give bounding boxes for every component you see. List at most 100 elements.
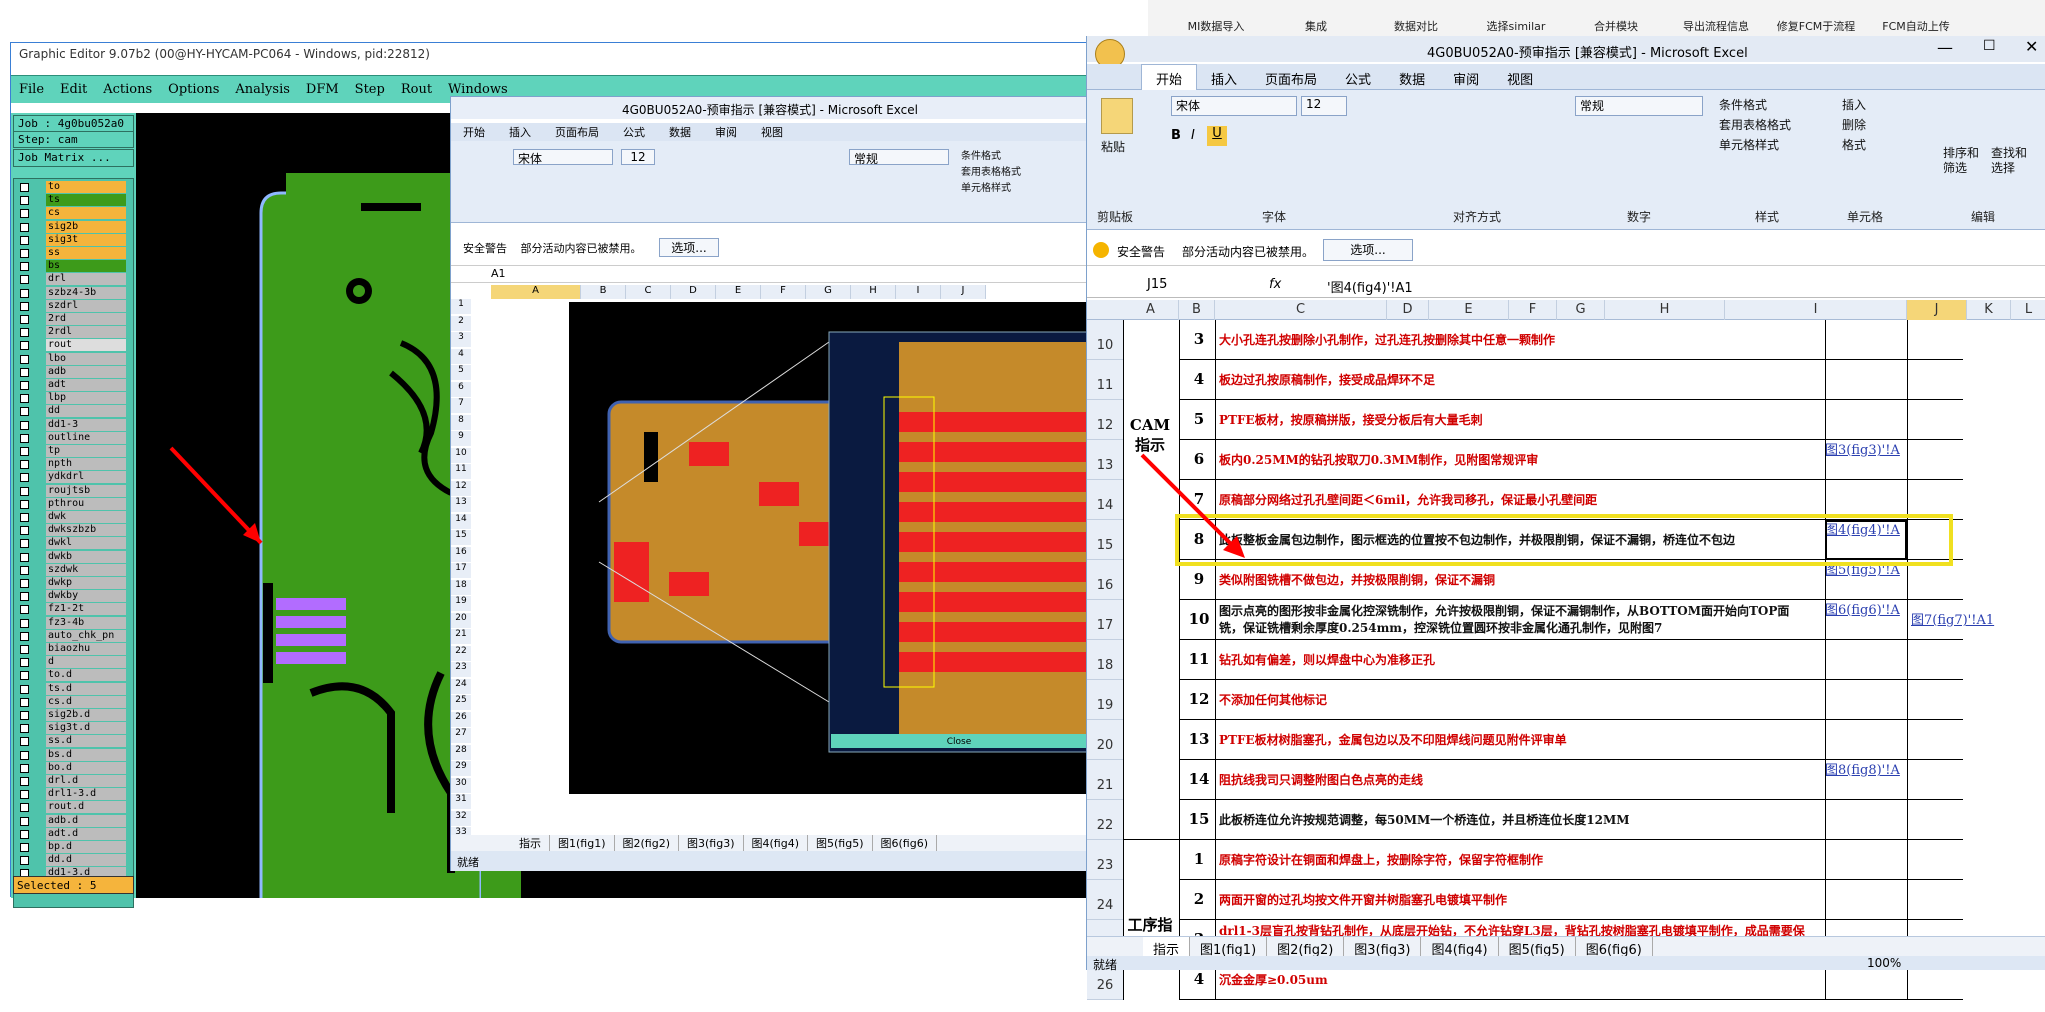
row-header[interactable]: 20 — [451, 612, 471, 628]
layer-checkbox[interactable] — [20, 843, 29, 852]
layer-checkbox[interactable] — [20, 658, 29, 668]
column-header[interactable]: E — [716, 285, 761, 299]
layer-row[interactable]: dwkl — [18, 537, 130, 550]
column-header[interactable]: J — [1907, 300, 1967, 320]
layer-row[interactable]: szdrl — [18, 299, 130, 312]
layer-checkbox[interactable] — [20, 473, 29, 483]
sheet-tab[interactable]: 图2(fig2) — [615, 835, 679, 851]
sheet-tab[interactable]: 图3(fig3) — [679, 835, 744, 851]
layer-checkbox[interactable] — [20, 288, 29, 298]
layer-checkbox[interactable] — [20, 618, 29, 628]
row-header[interactable]: 17 — [451, 563, 471, 578]
row-header[interactable]: 2 — [451, 315, 471, 331]
row-header[interactable]: 19 — [451, 596, 471, 611]
figure-link[interactable]: 图6(fig6)'!A — [1825, 602, 1905, 619]
sheet-tab[interactable]: 图4(fig4) — [744, 835, 808, 851]
menu-options[interactable]: Options — [160, 76, 227, 97]
row-header[interactable]: 21 — [451, 629, 471, 644]
table-format-button[interactable]: 套用表格格式 — [961, 163, 1021, 178]
layer-checkbox[interactable] — [20, 856, 29, 866]
layer-row[interactable]: drl — [18, 273, 130, 286]
maximize-icon[interactable]: ☐ — [1983, 38, 1996, 54]
font-select[interactable]: 宋体 — [1171, 96, 1297, 116]
ribbon-tab[interactable]: 数据 — [1385, 65, 1439, 92]
cell-style-button[interactable]: 单元格样式 — [1719, 136, 1779, 153]
layer-checkbox[interactable] — [20, 829, 29, 839]
row-header[interactable]: 11 — [1087, 360, 1123, 400]
close-icon[interactable]: ✕ — [2025, 37, 2038, 56]
underline-button[interactable]: U — [1207, 126, 1227, 146]
sheet-tab[interactable]: 指示 — [511, 835, 550, 851]
row-header[interactable]: 23 — [451, 662, 471, 677]
zoom-level[interactable]: 100% — [1867, 956, 1901, 970]
layer-checkbox[interactable] — [20, 816, 29, 826]
layer-row[interactable]: ts.d — [18, 682, 130, 695]
layer-row[interactable]: dwkp — [18, 577, 130, 589]
ribbon-tab[interactable]: 开始 — [1141, 64, 1198, 92]
layer-checkbox[interactable] — [20, 579, 29, 588]
layer-checkbox[interactable] — [20, 447, 29, 456]
layer-checkbox[interactable] — [20, 315, 29, 324]
row-header[interactable]: 18 — [451, 579, 471, 595]
row-header[interactable]: 27 — [451, 728, 471, 743]
row-header[interactable]: 9 — [451, 431, 471, 446]
layer-checkbox[interactable] — [20, 486, 29, 496]
figure-link[interactable]: 图3(fig3)'!A — [1825, 442, 1905, 459]
menu-dfm[interactable]: DFM — [298, 76, 347, 97]
row-header[interactable]: 32 — [451, 810, 471, 826]
layer-row[interactable]: 2rd — [18, 313, 130, 325]
layer-row[interactable]: dd — [18, 405, 130, 418]
column-header[interactable]: B — [1179, 300, 1215, 320]
ribbon-tab[interactable]: 视图 — [749, 123, 795, 141]
layer-checkbox[interactable] — [20, 209, 29, 219]
layer-row[interactable]: rout.d — [18, 801, 130, 814]
column-header[interactable]: K — [1967, 300, 2011, 320]
row-header[interactable]: 11 — [451, 464, 471, 479]
column-header[interactable]: J — [941, 285, 986, 299]
layer-row[interactable]: dd1-3 — [18, 418, 130, 431]
ribbon-tab[interactable]: 视图 — [1493, 65, 1547, 92]
conditional-format-button[interactable]: 条件格式 — [961, 147, 1001, 162]
toolbar-item[interactable]: MI数据导入 — [1168, 18, 1264, 34]
layer-row[interactable]: d — [18, 656, 130, 669]
column-header[interactable]: I — [1725, 300, 1907, 320]
column-header[interactable]: D — [1387, 300, 1429, 320]
layer-checkbox[interactable] — [20, 460, 29, 470]
row-header[interactable]: 8 — [451, 414, 471, 430]
figure-close-button[interactable]: Close — [849, 737, 1069, 747]
layer-row[interactable]: sig3t.d — [18, 722, 130, 735]
layer-row[interactable]: lbo — [18, 352, 130, 365]
layer-checkbox[interactable] — [20, 275, 29, 285]
ribbon-tab[interactable]: 数据 — [657, 123, 703, 141]
layer-checkbox[interactable] — [20, 381, 29, 390]
layer-row[interactable]: bp.d — [18, 841, 130, 853]
column-header[interactable]: B — [581, 285, 626, 299]
row-header[interactable]: 26 — [451, 711, 471, 727]
row-header[interactable]: 1 — [451, 299, 471, 314]
layer-checkbox[interactable] — [20, 724, 29, 734]
font-select[interactable]: 宋体 — [513, 149, 613, 166]
layer-checkbox[interactable] — [20, 711, 29, 720]
name-box[interactable]: J15 — [1147, 277, 1167, 292]
row-header[interactable]: 24 — [1087, 880, 1123, 920]
toolbar-item[interactable]: FCM自动上传 — [1868, 18, 1964, 34]
layer-checkbox[interactable] — [20, 433, 29, 443]
conditional-format-button[interactable]: 条件格式 — [1719, 96, 1767, 113]
delete-cells-button[interactable]: 删除 — [1842, 116, 1866, 133]
toolbar-item[interactable]: 修复FCM于流程 — [1768, 18, 1864, 34]
layer-row[interactable]: auto_chk_pn — [18, 629, 130, 642]
menu-actions[interactable]: Actions — [95, 76, 160, 97]
format-cells-button[interactable]: 格式 — [1842, 136, 1866, 153]
row-header[interactable]: 10 — [451, 447, 471, 463]
layer-row[interactable]: adb.d — [18, 814, 130, 827]
column-header[interactable]: F — [1509, 300, 1557, 320]
layer-checkbox[interactable] — [20, 605, 29, 615]
row-header[interactable]: 7 — [451, 398, 471, 413]
layer-checkbox[interactable] — [20, 750, 29, 760]
row-header[interactable]: 3 — [451, 332, 471, 347]
menu-analysis[interactable]: Analysis — [227, 76, 298, 97]
layer-checkbox[interactable] — [20, 222, 29, 232]
layer-row[interactable]: ss — [18, 247, 130, 259]
layer-row[interactable]: ss.d — [18, 735, 130, 748]
row-header[interactable]: 6 — [451, 381, 471, 397]
